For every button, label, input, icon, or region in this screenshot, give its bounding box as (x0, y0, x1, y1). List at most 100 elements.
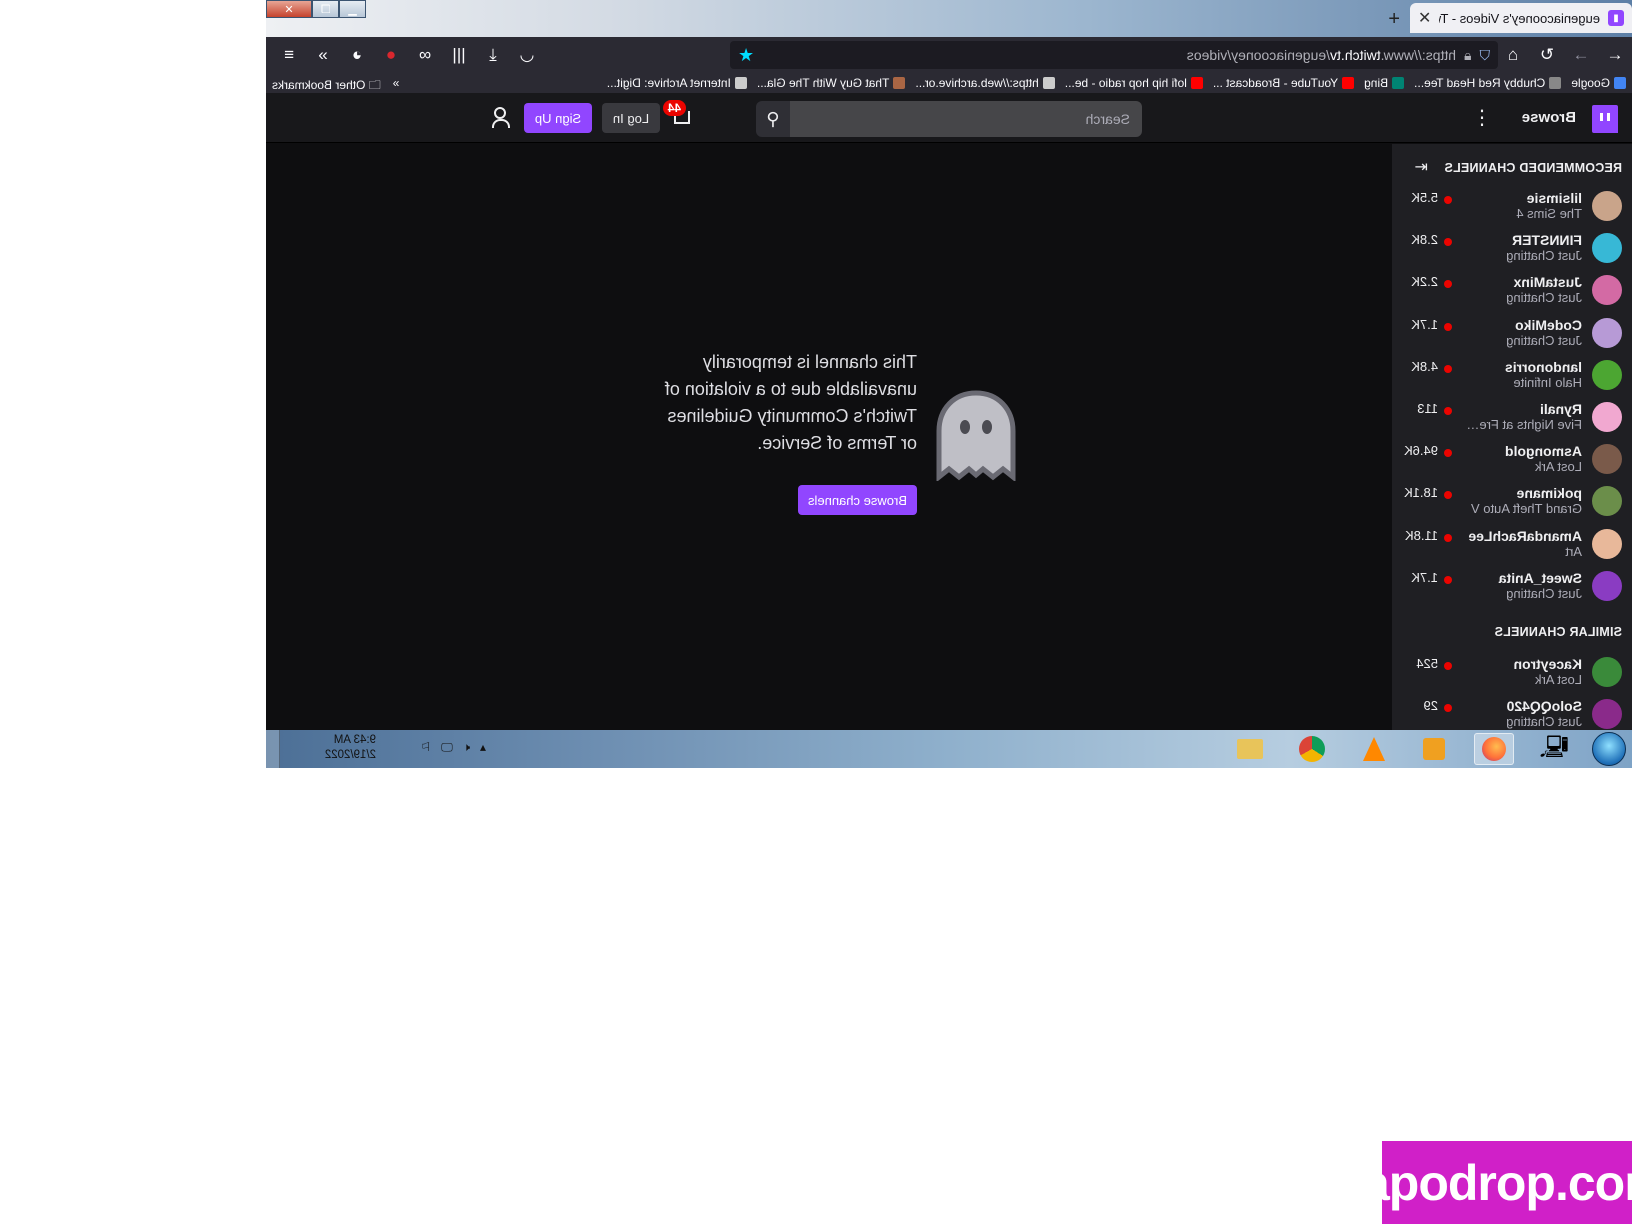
clock-date: 2/19/2022 (324, 749, 376, 761)
extension-icon[interactable]: ◕ (340, 40, 374, 70)
twitch-top-nav: Browse ⋮ Search ⚲ 44 Log In Sign Up (266, 93, 1632, 143)
log-in-button[interactable]: Log In (602, 103, 660, 133)
bookmarks-chevron-icon[interactable]: » (393, 76, 400, 93)
more-options-icon[interactable]: ⋮ (1472, 105, 1492, 130)
reload-icon[interactable]: ↻ (1530, 40, 1564, 70)
start-button[interactable] (1592, 732, 1626, 766)
channel-item[interactable]: Sweet_Anita Just Chatting 1.7K (1392, 566, 1632, 608)
live-dot-icon (1444, 662, 1452, 670)
browse-link[interactable]: Browse (1522, 109, 1576, 126)
network-icon[interactable]: 🖵︎ (441, 740, 453, 755)
user-icon[interactable] (490, 105, 512, 129)
show-hidden-icons-icon[interactable]: ▴ (480, 740, 486, 755)
browser-tab[interactable]: ▮ eugeniacooney's Videos - Twitch ✕ (1410, 3, 1632, 33)
collapse-sidebar-icon[interactable]: ⇤ (1415, 157, 1428, 177)
avatar-icon (893, 77, 906, 89)
channel-item[interactable]: CodeMiko Just Chatting 1.7K (1392, 313, 1632, 355)
bookmark-item[interactable]: Chubby Red Head Tee... (1414, 76, 1562, 90)
viewer-count: 94.6K (1404, 443, 1438, 459)
channel-item[interactable]: Kaceytron Lost Ark 524 (1392, 652, 1632, 694)
channel-item[interactable]: AmandaRachLee Art 11.8K (1392, 524, 1632, 566)
bookmark-item[interactable]: Bing (1364, 76, 1405, 90)
channel-item[interactable]: Rynali Five Nights at Fred... 113 (1392, 397, 1632, 439)
library-icon[interactable]: ||| (442, 40, 476, 70)
bookmark-item[interactable]: YouTube - Broadcast ... (1213, 76, 1355, 90)
shield-icon[interactable]: ⛉ (1480, 47, 1491, 64)
channel-name: FINNSTER (1512, 232, 1582, 249)
pocket-icon[interactable]: ◡ (510, 40, 544, 70)
new-tab-button[interactable]: + (1388, 8, 1400, 31)
bookmarks-bar: Google Chubby Red Head Tee... Bing YouTube … (266, 73, 1632, 93)
lock-icon[interactable]: 🔒︎ (1464, 47, 1471, 64)
computer-icon[interactable]: 🖳︎ (1534, 733, 1574, 765)
media-player-icon[interactable] (1414, 733, 1454, 765)
channel-game: Just Chatting (1506, 714, 1582, 730)
bookmark-item[interactable]: Google (1571, 76, 1626, 90)
channel-item[interactable]: pokimane Grand Theft Auto V 18.1K (1392, 481, 1632, 523)
close-window-button[interactable]: ✕ (266, 0, 312, 18)
avatar (1592, 402, 1622, 432)
private-mask-icon[interactable]: ∞ (408, 40, 442, 70)
avatar (1592, 317, 1622, 348)
avatar (1592, 570, 1622, 601)
twitch-logo-icon[interactable] (1592, 105, 1618, 133)
volume-icon[interactable]: 🔈︎ (463, 740, 470, 755)
bookmark-label: Internet Archive: Digit... (606, 76, 731, 90)
browser-window: ▮ eugeniacooney's Videos - Twitch ✕ + ▁ … (266, 0, 1632, 768)
avatar (1592, 699, 1622, 730)
channel-item[interactable]: landonorris Halo Infinite 4.8K (1392, 355, 1632, 397)
chrome-icon[interactable] (1292, 733, 1332, 765)
bookmark-star-icon[interactable]: ★ (738, 45, 754, 66)
bookmark-label: Bing (1364, 76, 1389, 90)
clock[interactable]: 9:43 AM 2/19/2022 (314, 733, 376, 763)
channel-item[interactable]: Asmongold Lost Ark 94.6K (1392, 439, 1632, 481)
firefox-icon[interactable] (1474, 733, 1514, 765)
search-button[interactable]: ⚲ (756, 101, 790, 137)
restore-button[interactable]: ❐ (312, 0, 339, 18)
viewer-count: 524 (1416, 656, 1438, 671)
search-input[interactable]: Search (790, 101, 1142, 137)
back-icon[interactable]: ← (1598, 40, 1632, 70)
channel-game: Art (1565, 543, 1582, 559)
action-center-icon[interactable]: ⚐ (420, 740, 431, 755)
bookmark-item[interactable]: Internet Archive: Digit... (607, 76, 747, 90)
vlc-icon[interactable] (1354, 733, 1394, 765)
home-icon[interactable]: ⌂ (1496, 40, 1530, 70)
downloads-icon[interactable]: ⤓ (476, 40, 510, 70)
overflow-chevron-icon[interactable]: » (306, 40, 340, 70)
channel-game: Five Nights at Fred... (1462, 417, 1582, 432)
channel-item[interactable]: SoloQQ420 Just Chatting 29 (1392, 694, 1632, 730)
channel-name: Asmongold (1505, 443, 1582, 460)
channel-game: Just Chatting (1506, 248, 1582, 264)
sign-up-button[interactable]: Sign Up (524, 103, 592, 133)
viewer-count: 29 (1423, 698, 1438, 714)
viewer-count: 1.7K (1411, 316, 1438, 332)
mega-extension-icon[interactable]: ● (374, 40, 408, 70)
bing-icon (1392, 77, 1405, 89)
browse-channels-button[interactable]: Browse channels (798, 485, 917, 515)
youtube-icon (1342, 77, 1355, 89)
watermark: fapodrop.com (1346, 1141, 1632, 1224)
notifications-button[interactable]: 44 (660, 100, 700, 135)
tab-close-icon[interactable]: ✕ (1418, 8, 1431, 28)
other-bookmarks-button[interactable]: 🗀︎ Other Bookmarks (272, 76, 381, 93)
avatar (1592, 657, 1622, 687)
channel-item[interactable]: JustaMinx Just Chatting 2.2K (1392, 270, 1632, 312)
bookmark-item[interactable]: lofi hip hop radio - be... (1065, 76, 1203, 90)
viewer-count: 4.8K (1411, 358, 1438, 374)
menu-icon[interactable]: ≡ (272, 40, 306, 70)
explorer-icon[interactable] (1230, 733, 1270, 765)
minimize-button[interactable]: ▁ (339, 0, 366, 18)
show-desktop-button[interactable] (266, 730, 280, 768)
bookmark-item[interactable]: https://web.archive.or... (915, 76, 1055, 90)
bookmark-item[interactable]: That Guy With The Gla... (757, 76, 906, 90)
avatar (1592, 233, 1622, 264)
channel-game: The Sims 4 (1516, 206, 1582, 221)
youtube-icon (1190, 77, 1203, 89)
live-dot-icon (1444, 280, 1452, 289)
channel-item[interactable]: lilsimsie The Sims 4 5.5K (1392, 186, 1632, 228)
url-bar[interactable]: ⛉ 🔒︎ https://www.twitch.tv/eugeniacooney… (730, 41, 1498, 69)
forward-icon[interactable]: → (1564, 40, 1598, 70)
channel-item[interactable]: FINNSTER Just Chatting 2.8K (1392, 228, 1632, 270)
taskbar: 🖳︎ ▴ 🔈︎ 🖵︎ ⚐ 9:43 AM 2/19/2022 (266, 730, 1632, 768)
